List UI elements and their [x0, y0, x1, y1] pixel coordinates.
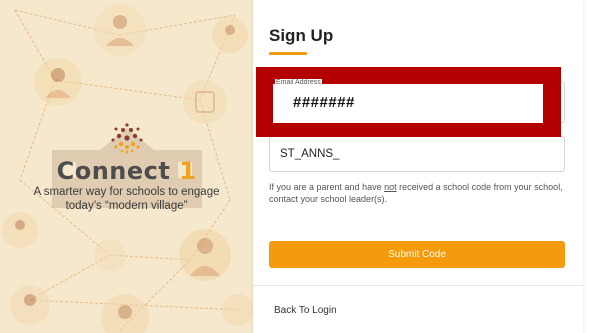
- tagline-line-1: A smarter way for schools to engage: [33, 186, 220, 198]
- tagline-line-2: today’s “modern village”: [65, 200, 188, 212]
- school-code-input[interactable]: [269, 136, 565, 172]
- submit-code-button[interactable]: Submit Code: [269, 241, 565, 268]
- brand-logo-block: Connect 1 A smarter way for schools to e…: [0, 120, 253, 213]
- page-title: Sign Up: [269, 26, 334, 45]
- logo-number: 1: [179, 157, 197, 185]
- back-to-login-link[interactable]: Back To Login: [274, 305, 337, 316]
- signup-form-panel: Sign Up Email Address If you are a paren…: [253, 0, 583, 333]
- help-text-emphasis: not: [384, 182, 397, 192]
- brand-tagline: A smarter way for schools to engage toda…: [0, 185, 253, 213]
- connect1-logo-icon: [111, 123, 142, 154]
- brand-logo-wordmark: Connect 1: [0, 158, 253, 184]
- email-input[interactable]: [293, 94, 533, 111]
- footer-divider: [253, 285, 583, 286]
- email-field-label: Email Address: [275, 79, 322, 86]
- brand-panel: Connect 1 A smarter way for schools to e…: [0, 0, 253, 333]
- logo-word: Connect: [56, 157, 171, 185]
- title-underline: [269, 52, 307, 55]
- help-text-before: If you are a parent and have: [269, 182, 385, 192]
- help-text: If you are a parent and have not receive…: [269, 181, 569, 205]
